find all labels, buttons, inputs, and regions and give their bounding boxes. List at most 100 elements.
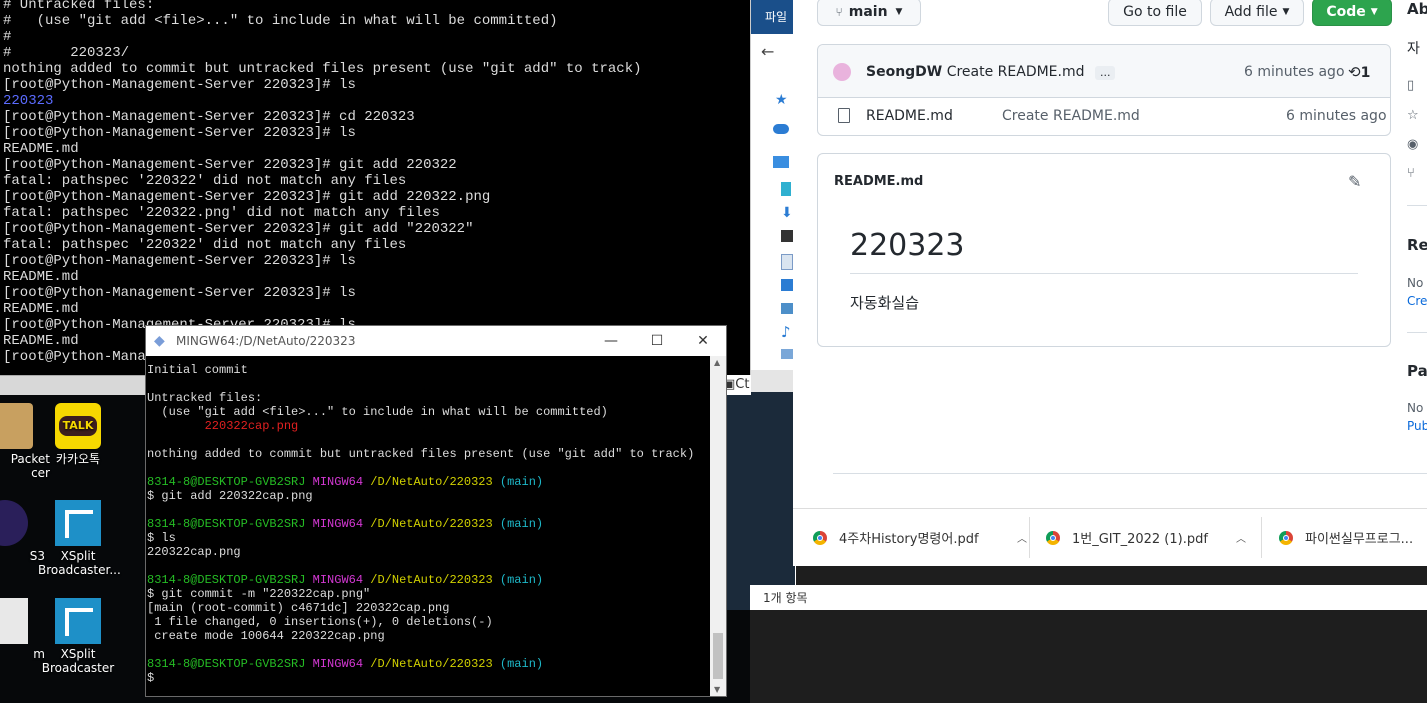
downloads-bar: 4주차History명령어.pdf ︿ 1번_GIT_2022 (1).pdf … (793, 508, 1427, 566)
terminal-line: $ ls (147, 531, 176, 545)
caret-down-icon: ▼ (1282, 7, 1290, 17)
terminal-line: # (3, 29, 12, 45)
git-bash-window[interactable]: ◆ MINGW64:/D/NetAuto/220323 — ☐ ✕ Initia… (145, 325, 727, 697)
create-release-link[interactable]: Crea (1407, 294, 1427, 308)
selected-nav-row[interactable] (751, 370, 796, 394)
desktop-icon-label: 카카오톡 (55, 452, 101, 466)
minimize-button[interactable]: — (588, 333, 634, 349)
scrollbar-thumb[interactable] (713, 633, 723, 679)
commit-summary: SeongDW Create README.md ... (866, 64, 1116, 80)
terminal-line: [root@Python-Management-Server 220323]# … (3, 77, 356, 93)
terminal-line: nothing added to commit but untracked fi… (3, 61, 642, 77)
packet-tracer-icon (0, 403, 33, 449)
caret-down-icon: ▼ (895, 7, 903, 17)
packages-heading[interactable]: Pac (1407, 362, 1427, 380)
chrome-icon (813, 530, 827, 545)
document-icon (781, 254, 793, 270)
chrome-icon (1279, 530, 1293, 545)
chevron-up-icon[interactable]: ︿ (1017, 530, 1027, 545)
desktop-icon-kakaotalk[interactable]: TALK 카카오톡 (38, 403, 118, 466)
go-to-file-button[interactable]: Go to file (1108, 0, 1202, 26)
desktop-icon-xsplit-1[interactable]: XSplit Broadcaster... (38, 500, 121, 577)
readme-heading: 220323 (850, 228, 965, 263)
expand-commit-button[interactable]: ... (1094, 66, 1116, 80)
branch-icon: ⑂ (835, 5, 843, 19)
window-titlebar[interactable]: ◆ MINGW64:/D/NetAuto/220323 — ☐ ✕ (146, 326, 726, 356)
download-filename: 1번_GIT_2022 (1).pdf (1072, 532, 1208, 547)
download-separator (1261, 517, 1262, 558)
book-icon: ▯ (1407, 78, 1415, 93)
vertical-scrollbar[interactable]: ▲ ▼ (710, 356, 726, 696)
talk-badge: TALK (58, 416, 98, 436)
explorer-menu-file[interactable]: 파일 (751, 0, 796, 34)
history-icon: ⟲ (1348, 63, 1361, 81)
chevron-up-icon[interactable]: ︿ (1236, 530, 1246, 545)
terminal-line: # Untracked files: (3, 0, 155, 13)
github-repo-page: ⑂ main ▼ Go to file Add file ▼ Code ▼ Se… (793, 0, 1427, 565)
drive-icon (781, 349, 793, 359)
prompt-line: 8314-8@DESKTOP-GVB2SRJ MINGW64 /D/NetAut… (147, 573, 544, 587)
file-name-link[interactable]: README.md (866, 108, 953, 124)
add-file-button[interactable]: Add file ▼ (1210, 0, 1304, 26)
back-arrow-icon[interactable]: ← (761, 42, 774, 61)
explorer-content-area: ▣Ct (723, 375, 795, 610)
scroll-up-icon[interactable]: ▲ (714, 358, 720, 367)
terminal-line: README.md (3, 141, 79, 157)
terminal-line: $ git commit -m "220322cap.png" (147, 587, 371, 601)
terminal-output: Initial commit Untracked files: (use "git… (147, 363, 694, 685)
terminal-line: [main (root-commit) c4671dc] 220322cap.p… (147, 601, 450, 615)
avatar[interactable] (833, 63, 851, 81)
terminal-line: [root@Python-Management-Server 220323]# … (3, 157, 457, 173)
commit-time[interactable]: 6 minutes ago (1244, 64, 1345, 80)
commit-count: 1 (1360, 65, 1371, 81)
readme-label: README.md (834, 174, 924, 189)
terminal-line: [root@Python-Management-Server 220323]# … (3, 221, 474, 237)
onedrive-icon[interactable] (773, 124, 789, 134)
branch-label: main (848, 4, 888, 20)
xsplit-icon (55, 598, 101, 644)
terminal-line: [root@Python-Management-Server 220323]# … (3, 125, 356, 141)
terminal-line: fatal: pathspec '220322' did not match a… (3, 237, 407, 253)
terminal-line: nothing added to commit but untracked fi… (147, 447, 695, 461)
latest-commit-row: SeongDW Create README.md ... 6 minutes a… (818, 45, 1390, 98)
download-item[interactable]: 4주차History명령어.pdf ︿ (813, 509, 1027, 566)
branch-select-button[interactable]: ⑂ main ▼ (817, 0, 921, 26)
maximize-button[interactable]: ☐ (634, 333, 680, 349)
explorer-status-bar: 1개 항목 (750, 585, 1427, 610)
desktop-icon-label: XSplit Broadcaster (41, 647, 115, 675)
download-item[interactable]: 파이썬실무프로그... (1279, 509, 1427, 566)
commit-message[interactable]: Create README.md (947, 64, 1085, 80)
this-pc-icon[interactable] (773, 156, 789, 168)
partial-label: ▣Ct (723, 375, 751, 395)
terminal-line: 220322cap.png (147, 419, 299, 433)
table-row[interactable]: README.md Create README.md 6 minutes ago (818, 97, 1390, 135)
code-button[interactable]: Code ▼ (1312, 0, 1392, 26)
desktop-icon-xsplit-2[interactable]: XSplit Broadcaster (38, 598, 118, 675)
xsplit-icon (55, 500, 101, 546)
terminal-line: (use "git add <file>..." to include in w… (147, 405, 608, 419)
item-count: 1개 항목 (763, 591, 808, 605)
terminal-line: 1 file changed, 0 insertions(+), 0 delet… (147, 615, 493, 629)
terminal-line: fatal: pathspec '220322' did not match a… (3, 173, 407, 189)
close-button[interactable]: ✕ (680, 333, 726, 349)
scroll-down-icon[interactable]: ▼ (714, 685, 720, 694)
music-icon: ♪ (781, 323, 791, 341)
download-separator (1029, 517, 1030, 558)
publish-package-link[interactable]: Pub (1407, 419, 1427, 433)
terminal-line: [root@Python-Management-Server 220323]# … (3, 285, 356, 301)
pencil-icon[interactable]: ✎ (1348, 172, 1361, 191)
quick-access-icon[interactable]: ★ (775, 92, 788, 108)
releases-heading[interactable]: Rel (1407, 236, 1427, 254)
commit-author[interactable]: SeongDW (866, 64, 942, 80)
partial-item-text: Ct (735, 377, 750, 392)
file-commit-time: 6 minutes ago (1286, 108, 1387, 124)
prompt-line: 8314-8@DESKTOP-GVB2SRJ MINGW64 /D/NetAut… (147, 475, 544, 489)
desktop-icon-label: XSplit Broadcaster... (38, 549, 121, 577)
commit-history[interactable]: ⟲1 (1348, 63, 1370, 81)
star-icon: ☆ (1407, 108, 1419, 123)
download-item[interactable]: 1번_GIT_2022 (1).pdf ︿ (1046, 509, 1246, 566)
file-commit-message[interactable]: Create README.md (1002, 108, 1140, 124)
